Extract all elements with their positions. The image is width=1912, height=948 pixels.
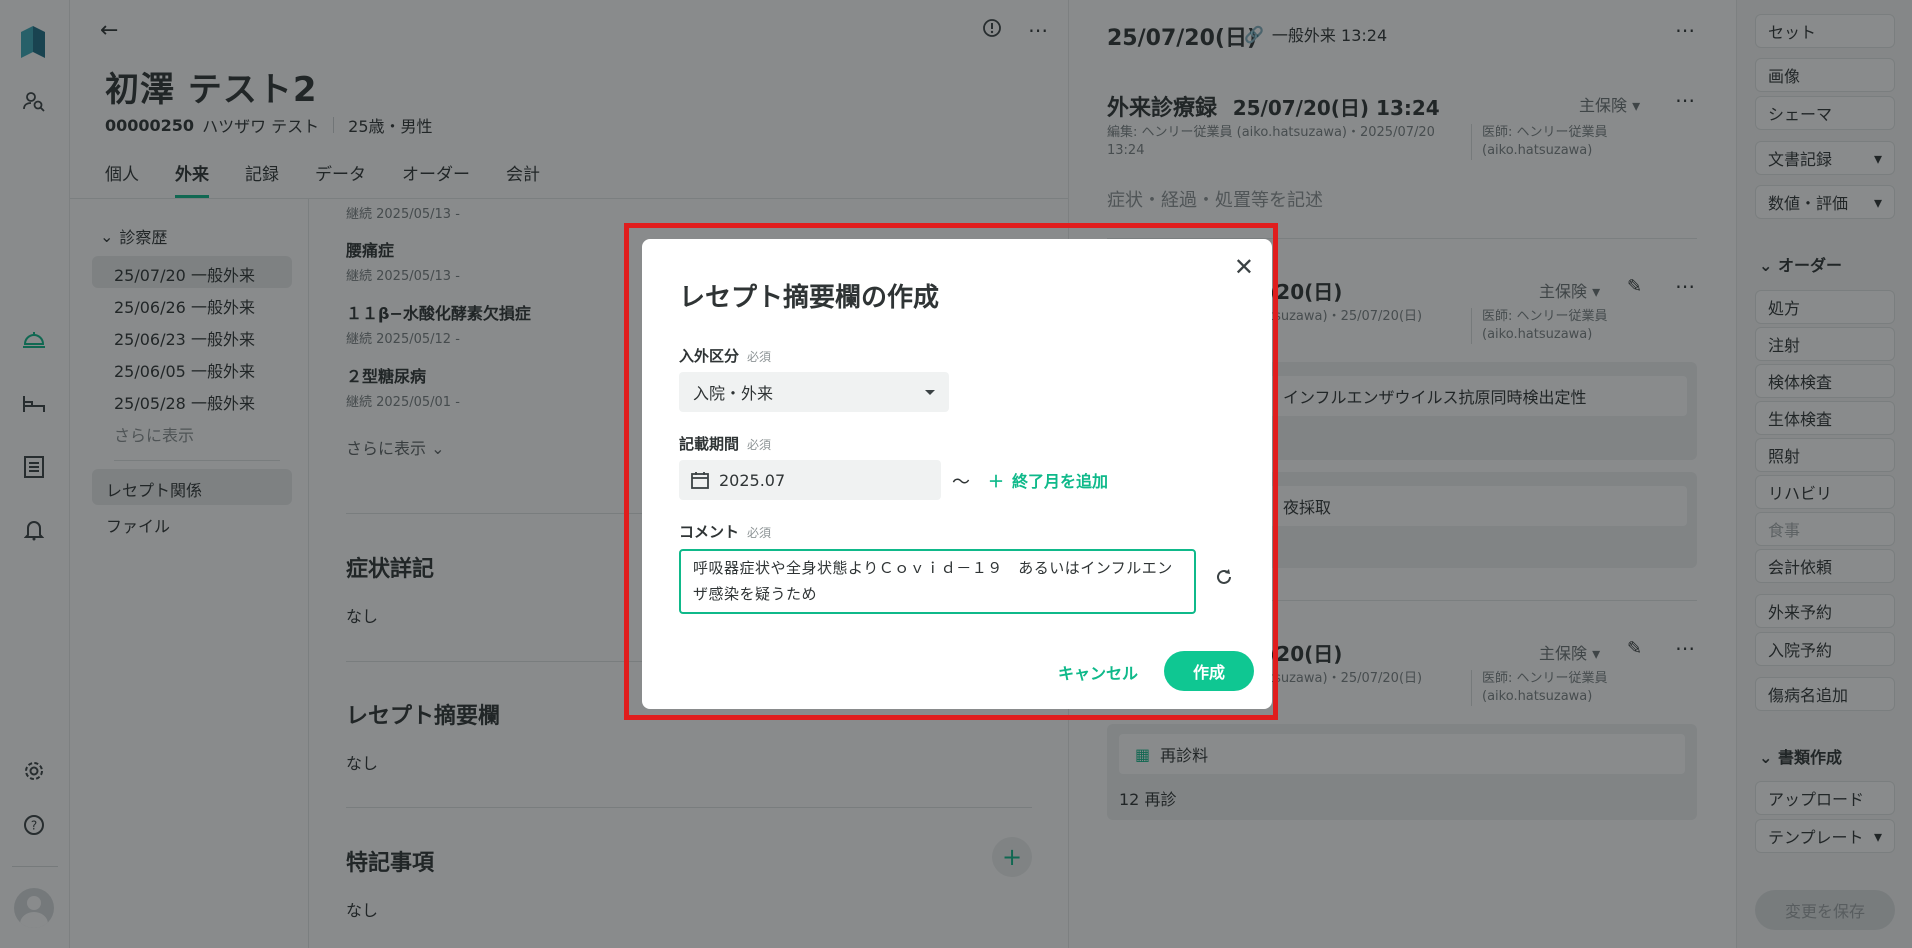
field-label: 記載期間 必須 <box>679 433 771 454</box>
comment-textarea[interactable]: 呼吸器症状や全身状態よりＣｏｖｉｄ－１９ あるいはインフルエンザ感染を疑うため <box>679 549 1196 614</box>
period-label: 記載期間 <box>679 435 740 453</box>
period-start-value: 2025.07 <box>719 470 786 490</box>
inout-label: 入外区分 <box>679 347 740 365</box>
field-label: 入外区分 必須 <box>679 345 771 366</box>
inout-select-value: 入院・外来 <box>693 384 774 403</box>
field-label: コメント 必須 <box>679 521 771 542</box>
create-button[interactable]: 作成 <box>1164 651 1254 691</box>
close-icon[interactable]: ✕ <box>1234 253 1254 281</box>
app-root: ? ← ⋯ 初澤 テスト2 00000250 ハツザワ テスト 25歳・男性 個… <box>0 0 1912 948</box>
caret-down-icon <box>925 389 935 395</box>
period-start-input[interactable]: 2025.07 <box>679 460 941 500</box>
calendar-icon <box>691 472 709 489</box>
required-badge: 必須 <box>747 438 772 452</box>
required-badge: 必須 <box>747 526 772 540</box>
period-separator: 〜 <box>952 472 970 493</box>
inout-select[interactable]: 入院・外来 <box>679 372 949 412</box>
dialog-title: レセプト摘要欄の作成 <box>679 283 940 313</box>
comment-label: コメント <box>679 523 740 541</box>
receipt-summary-dialog: ✕ レセプト摘要欄の作成 入外区分 必須 入院・外来 記載期間 必須 2025.… <box>642 239 1272 709</box>
cancel-button[interactable]: キャンセル <box>1058 660 1138 684</box>
plus-icon: ＋ <box>988 472 1005 491</box>
required-badge: 必須 <box>747 350 772 364</box>
add-end-month-button[interactable]: ＋ 終了月を追加 <box>988 468 1108 492</box>
add-end-month-label: 終了月を追加 <box>1012 472 1109 491</box>
refresh-icon[interactable] <box>1214 567 1234 592</box>
